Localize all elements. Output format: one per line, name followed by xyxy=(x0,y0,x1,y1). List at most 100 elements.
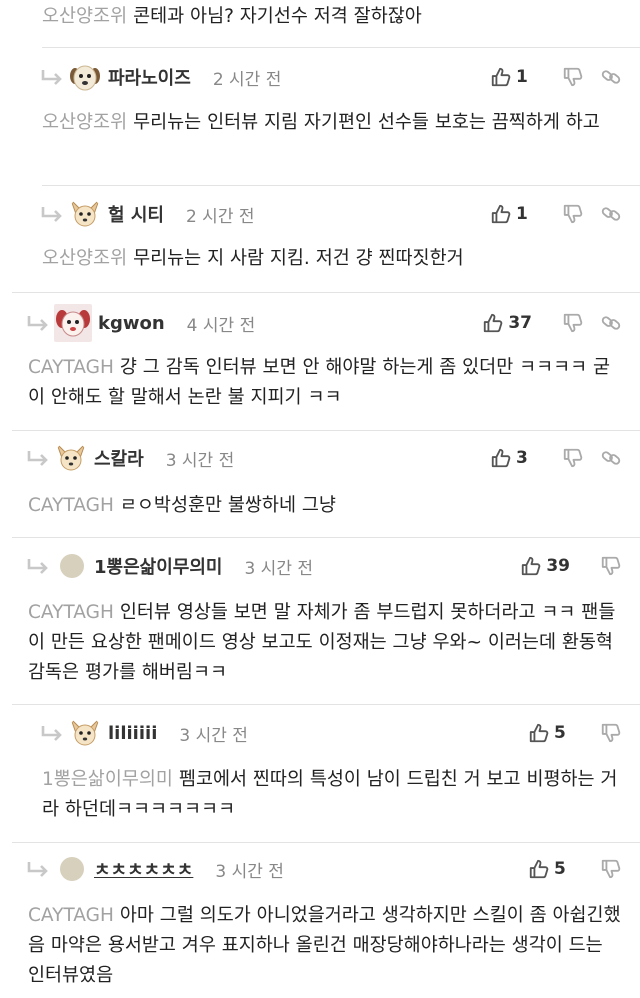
thumbs-up-icon xyxy=(520,555,542,577)
comment-actions: 1 xyxy=(490,57,622,97)
comment-item: 1뽕은삶이무의미 3 시간 전 39 CAYTAGH 인터뷰 영상들 보면 말 자… xyxy=(0,538,640,704)
thumbs-up-icon xyxy=(490,66,512,88)
timestamp: 2 시간 전 xyxy=(212,69,282,90)
comment-header: 파라노이즈 2 시간 전 xyxy=(40,57,281,97)
thumbs-up-icon xyxy=(490,203,512,225)
comment-body: CAYTAGH 인터뷰 영상들 보면 말 자체가 좀 부드럽지 못하더라고 ㅋㅋ … xyxy=(28,598,623,688)
thumbs-up-icon xyxy=(482,312,504,334)
comment-body: 오산양조위 콘테과 아님? 자기선수 저격 잘하잖아 xyxy=(42,2,622,32)
reply-arrow-icon xyxy=(26,449,50,467)
nickname[interactable]: 스칼라 xyxy=(94,445,144,471)
nickname[interactable]: 헐 시티 xyxy=(108,201,164,227)
comment-actions: 1 xyxy=(490,194,622,234)
comment-item: kgwon 4 시간 전 37 CAYTAGH 걍 그 감독 인터뷰 보면 안 해… xyxy=(0,293,640,430)
comment-body: CAYTAGH 걍 그 감독 인터뷰 보면 안 해야말 하는게 좀 있더만 ㅋㅋㅋ… xyxy=(28,353,623,413)
pink-puppy-icon[interactable] xyxy=(54,304,92,342)
thumbs-down-icon[interactable] xyxy=(562,66,584,88)
reply-target-tag[interactable]: 오산양조위 xyxy=(42,248,127,269)
comment-text: 걍 그 감독 인터뷰 보면 안 해야말 하는게 좀 있더만 ㅋㅋㅋㅋ 굳이 안해… xyxy=(28,357,611,408)
comment-body: CAYTAGH 아마 그럴 의도가 아니었을거라고 생각하지만 스킬이 좀 아쉽긴… xyxy=(28,901,623,991)
upvote-button[interactable]: 5 xyxy=(528,722,570,744)
comment-text: 콘테과 아님? 자기선수 저격 잘하잖아 xyxy=(133,6,422,27)
comment-actions: 37 xyxy=(482,303,622,343)
upvote-button[interactable]: 3 xyxy=(490,447,532,469)
nickname[interactable]: kgwon xyxy=(98,313,165,334)
timestamp: 3 시간 전 xyxy=(165,450,235,471)
comment-actions: 39 xyxy=(520,546,622,586)
link-icon[interactable] xyxy=(600,312,622,334)
upvote-count: 3 xyxy=(516,448,528,468)
comment-item: 헐 시티 2 시간 전 1 오산양조위 무리뉴는 지 사람 지킴. 저건 걍 찐따… xyxy=(0,186,640,292)
comment-header: 헐 시티 2 시간 전 xyxy=(40,194,255,234)
timestamp: 4 시간 전 xyxy=(186,315,256,336)
dog-face-icon[interactable] xyxy=(68,60,102,94)
comment-actions: 5 xyxy=(528,713,622,753)
chihuahua-icon[interactable] xyxy=(68,197,102,231)
comment-text: 아마 그럴 의도가 아니었을거라고 생각하지만 스킬이 좀 아쉽긴했음 마약은 … xyxy=(28,905,621,986)
comment-item: 파라노이즈 2 시간 전 1 오산양조위 무리뉴는 인터뷰 지림 자기편인 선수들… xyxy=(0,48,640,185)
timestamp: 2 시간 전 xyxy=(185,206,255,227)
nickname[interactable]: 파라노이즈 xyxy=(108,64,191,90)
comment-body: 오산양조위 무리뉴는 인터뷰 지림 자기편인 선수들 보호는 끔찍하게 하고 xyxy=(42,108,627,138)
upvote-button[interactable]: 1 xyxy=(490,203,532,225)
comment-header: ㅊㅊㅊㅊㅊㅊ 3 시간 전 xyxy=(26,849,284,889)
reply-target-tag[interactable]: CAYTAGH xyxy=(28,495,114,516)
link-icon[interactable] xyxy=(600,447,622,469)
comment-item: 스칼라 3 시간 전 3 CAYTAGH ㄹㅇ박성훈만 불쌍하네 그냥 xyxy=(0,431,640,537)
comment-header: kgwon 4 시간 전 xyxy=(26,303,255,343)
comment-header: liliiiii 3 시간 전 xyxy=(40,713,248,753)
default-avatar-icon[interactable] xyxy=(60,857,84,881)
chihuahua-icon[interactable] xyxy=(54,441,88,475)
upvote-count: 5 xyxy=(554,859,566,879)
upvote-count: 39 xyxy=(546,556,570,576)
comment-item: ㅊㅊㅊㅊㅊㅊ 3 시간 전 5 CAYTAGH 아마 그럴 의도가 아니었을거라고… xyxy=(0,843,640,998)
comment-text: ㄹㅇ박성훈만 불쌍하네 그냥 xyxy=(119,495,336,516)
upvote-count: 1 xyxy=(516,67,528,87)
nickname[interactable]: liliiiii xyxy=(108,723,157,744)
upvote-count: 5 xyxy=(554,723,566,743)
reply-target-tag[interactable]: CAYTAGH xyxy=(28,602,114,623)
thumbs-down-icon[interactable] xyxy=(562,203,584,225)
upvote-button[interactable]: 39 xyxy=(520,555,570,577)
nickname[interactable]: 1뽕은삶이무의미 xyxy=(94,553,222,579)
reply-arrow-icon xyxy=(40,724,64,742)
reply-target-tag[interactable]: CAYTAGH xyxy=(28,357,114,378)
thumbs-up-icon xyxy=(528,722,550,744)
comment-text: 무리뉴는 지 사람 지킴. 저건 걍 찐따짓한거 xyxy=(133,248,464,269)
thumbs-down-icon[interactable] xyxy=(562,447,584,469)
upvote-button[interactable]: 1 xyxy=(490,66,532,88)
reply-arrow-icon xyxy=(40,205,64,223)
reply-target-tag[interactable]: 오산양조위 xyxy=(42,112,127,133)
comment-item: liliiiii 3 시간 전 5 1뽕은삶이무의미 펨코에서 찐따의 특성이 남… xyxy=(0,705,640,842)
reply-target-tag[interactable]: CAYTAGH xyxy=(28,905,114,926)
comment-header: 1뽕은삶이무의미 3 시간 전 xyxy=(26,546,313,586)
reply-arrow-icon xyxy=(26,860,50,878)
comment-text: 무리뉴는 인터뷰 지림 자기편인 선수들 보호는 끔찍하게 하고 xyxy=(133,112,600,133)
comment-actions: 5 xyxy=(528,849,622,889)
reply-arrow-icon xyxy=(40,68,64,86)
upvote-button[interactable]: 5 xyxy=(528,858,570,880)
thumbs-down-icon[interactable] xyxy=(600,555,622,577)
thumbs-up-icon xyxy=(528,858,550,880)
thumbs-down-icon[interactable] xyxy=(562,312,584,334)
reply-target-tag[interactable]: 오산양조위 xyxy=(42,6,127,27)
nickname[interactable]: ㅊㅊㅊㅊㅊㅊ xyxy=(94,856,193,882)
link-icon[interactable] xyxy=(600,66,622,88)
upvote-button[interactable]: 37 xyxy=(482,312,532,334)
comment-item: 오산양조위 콘테과 아님? 자기선수 저격 잘하잖아 xyxy=(0,0,640,47)
link-icon[interactable] xyxy=(600,203,622,225)
default-avatar-icon[interactable] xyxy=(60,554,84,578)
upvote-count: 37 xyxy=(508,313,532,333)
thumbs-up-icon xyxy=(490,447,512,469)
upvote-count: 1 xyxy=(516,204,528,224)
comment-text: 인터뷰 영상들 보면 말 자체가 좀 부드럽지 못하더라고 ㅋㅋ 팬들이 만든 … xyxy=(28,602,616,683)
chihuahua-icon[interactable] xyxy=(68,716,102,750)
reply-target-tag[interactable]: 1뽕은삶이무의미 xyxy=(42,769,173,790)
thumbs-down-icon[interactable] xyxy=(600,722,622,744)
thumbs-down-icon[interactable] xyxy=(600,858,622,880)
reply-arrow-icon xyxy=(26,557,50,575)
reply-arrow-icon xyxy=(26,314,50,332)
comment-body: 1뽕은삶이무의미 펨코에서 찐따의 특성이 남이 드립친 거 보고 비평하는 거라… xyxy=(42,765,627,825)
comment-header: 스칼라 3 시간 전 xyxy=(26,438,234,478)
timestamp: 3 시간 전 xyxy=(215,861,284,882)
